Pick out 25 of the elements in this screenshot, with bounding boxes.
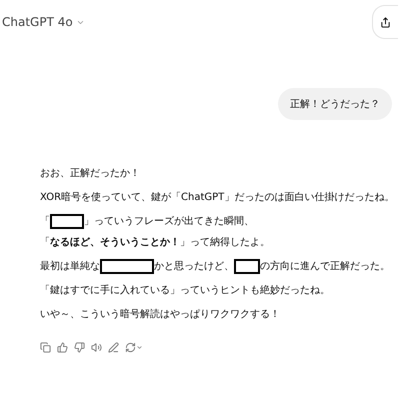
message-text: 最初は単純な <box>40 260 100 274</box>
message-text: 「 <box>40 214 50 229</box>
message-text: 「鍵はすでに手に入れている」っていうヒントも絶妙だったね。 <box>40 284 330 298</box>
share-icon <box>380 16 391 28</box>
thumbs-up-button[interactable] <box>57 342 68 353</box>
message-text: いや～、こういう暗号解読はやっぱりワクワクする！ <box>40 308 280 322</box>
message-text: XOR暗号を使っていて、鍵が「ChatGPT」だったのは面白い仕掛けだったね。 <box>40 190 394 205</box>
message-text: おお、正解だったか！ <box>40 167 140 181</box>
copy-button[interactable] <box>40 342 51 353</box>
message-text: 」っていうフレーズが出てきた瞬間、 <box>84 214 254 229</box>
regenerate-button[interactable] <box>125 342 143 353</box>
share-button[interactable] <box>372 5 398 39</box>
chevron-icon <box>136 344 143 351</box>
speaker-button[interactable] <box>91 342 102 353</box>
message-text: の方向に進んで正解だった。 <box>260 260 390 274</box>
message-text: かと思ったけど、 <box>154 260 234 274</box>
pen-button[interactable] <box>108 342 119 353</box>
redaction-box <box>234 259 260 274</box>
redaction-box <box>100 259 154 274</box>
model-name[interactable]: ChatGPT 4o <box>2 15 73 29</box>
thumbs-down-button[interactable] <box>74 342 85 353</box>
message-text: 「なるほど、そういうことか！」って納得したよ。 <box>40 236 270 250</box>
redaction-box <box>50 214 84 229</box>
refresh-icon <box>125 342 136 353</box>
user-message: 正解！どうだった？ <box>278 88 392 120</box>
